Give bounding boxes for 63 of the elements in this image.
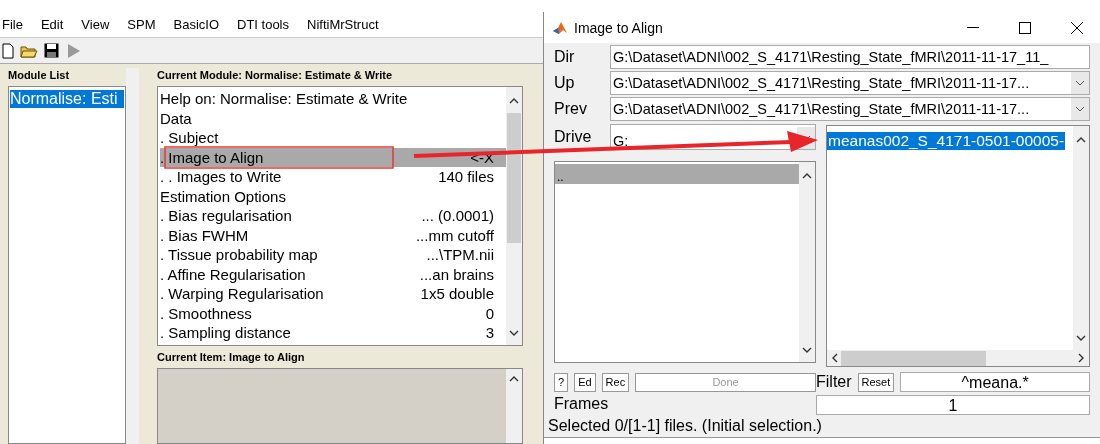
row-label: . Bias regularisation	[160, 206, 292, 226]
row-label: . Affine Regularisation	[160, 264, 306, 284]
menu-item[interactable]: BasicIO	[173, 17, 229, 32]
dialog-button[interactable]: Ed	[574, 372, 596, 392]
row-label: . Smoothness	[160, 303, 252, 323]
row-value: ...mm cutoff	[415, 225, 494, 245]
field-label: Prev	[554, 100, 588, 118]
module-list-item[interactable]: Normalise: Esti	[10, 90, 124, 108]
row-label: Estimation Options	[160, 186, 286, 206]
file-list-item[interactable]: meanas002_S_4171-0501-00005-	[827, 132, 1066, 150]
row-value: ...\TPM.nii	[426, 245, 494, 265]
module-tree-row[interactable]: Help on: Normalise: Estimate & Write	[160, 89, 506, 109]
row-value: ... (0.0001)	[421, 206, 494, 226]
path-dropdown[interactable]: G:\Dataset\ADNI\002_S_4171\Resting_State_fMRI\2011-11-17...	[610, 97, 1090, 121]
module-tree-row[interactable]: . Affine Regularisation ...an brains	[160, 264, 506, 284]
row-label: Help on: Normalise: Estimate & Write	[160, 89, 408, 109]
row-label: . Image to Align	[160, 147, 264, 167]
directory-item[interactable]: ..	[555, 164, 799, 184]
row-label: . Tissue probability map	[160, 245, 318, 265]
row-label: . . Images to Write	[160, 167, 282, 187]
module-tree-row[interactable]: . . Images to Write 140 files	[160, 167, 506, 187]
current-module-heading: Current Module: Normalise: Estimate & Write	[157, 68, 394, 83]
menu-item[interactable]: SPM	[127, 17, 166, 32]
module-list-heading: Module List	[8, 68, 71, 83]
current-item-heading: Current Item: Image to Align	[157, 350, 306, 365]
row-label: Data	[160, 108, 192, 128]
field-label: Up	[554, 74, 576, 92]
row-value: 3	[485, 323, 494, 343]
reset-button[interactable]: Reset	[857, 372, 895, 392]
module-tree-row[interactable]: . Warping Regularisation 1x5 double	[160, 284, 506, 304]
status-text: Selected 0/[1-1] files. (Initial selection.)	[547, 416, 823, 436]
field-label: Drive	[554, 128, 593, 146]
module-tree-row[interactable]: . Bias FWHM ...mm cutoff	[160, 225, 506, 245]
module-tree-row[interactable]: Data	[160, 108, 506, 128]
row-label: . Subject	[160, 128, 219, 148]
menu-item[interactable]: DTI tools	[237, 17, 299, 32]
row-value: 0	[485, 303, 494, 323]
menu-item[interactable]: Edit	[40, 17, 74, 32]
module-tree-row[interactable]: . Tissue probability map ...\TPM.nii	[160, 245, 506, 265]
path-dropdown[interactable]: G:\Dataset\ADNI\002_S_4171\Resting_State_fMRI\2011-11-17...	[610, 71, 1090, 95]
dialog-button[interactable]: Rec	[601, 372, 630, 392]
row-label: . Bias FWHM	[160, 225, 249, 245]
row-label: . Warping Regularisation	[160, 284, 324, 304]
row-label: . Sampling distance	[160, 323, 291, 343]
frames-field[interactable]: 1	[816, 395, 1090, 415]
filter-label: Filter	[816, 373, 852, 391]
menu-item[interactable]: File	[2, 17, 33, 32]
menu-item[interactable]: NiftiMrStruct	[307, 17, 389, 32]
module-tree-row[interactable]: . Sampling distance 3	[160, 323, 506, 343]
dialog-button[interactable]: ?	[554, 372, 569, 392]
module-tree-row[interactable]: Estimation Options	[160, 186, 506, 206]
frames-label: Frames	[554, 395, 610, 413]
menu-item[interactable]: View	[81, 17, 120, 32]
module-tree-row[interactable]: . Smoothness 0	[160, 303, 506, 323]
module-tree-row[interactable]: . Subject	[160, 128, 506, 148]
field-label: Dir	[554, 48, 576, 66]
window-title: Image to Align	[574, 19, 664, 36]
row-value: 1x5 double	[420, 284, 494, 304]
row-value: ...an brains	[419, 264, 494, 284]
row-value: 140 files	[438, 167, 494, 187]
path-field[interactable]: G:\Dataset\ADNI\002_S_4171\Resting_State_fMRI\2011-11-17_11_	[610, 45, 1090, 69]
filter-field[interactable]: ^meana.*	[900, 372, 1090, 392]
module-tree-row[interactable]: . Bias regularisation ... (0.0001)	[160, 206, 506, 226]
